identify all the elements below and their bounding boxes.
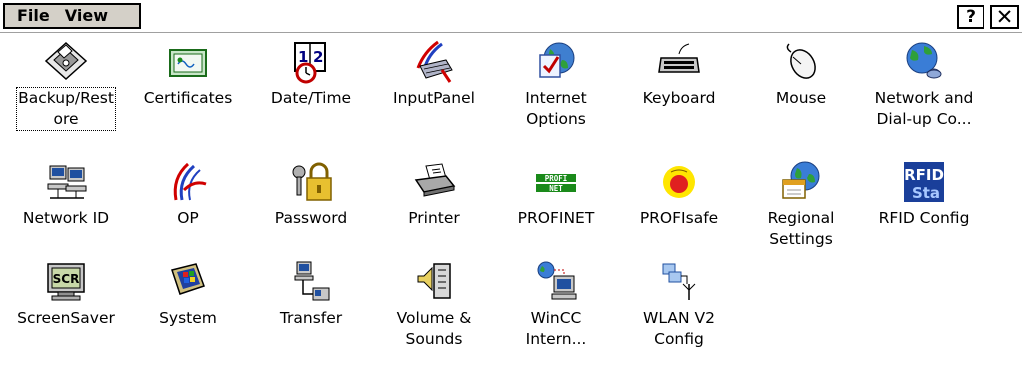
item-label-line2: Dial-up Co... xyxy=(876,110,972,128)
certificate-icon xyxy=(166,40,210,84)
item-system[interactable]: System xyxy=(127,260,249,329)
item-label-line2: ore xyxy=(53,110,79,128)
help-button[interactable]: ? xyxy=(957,5,984,29)
item-label-line2: Settings xyxy=(769,230,833,248)
globe-check-icon xyxy=(534,40,578,84)
item-label-line2: Sounds xyxy=(405,330,463,348)
rfid-bottom-text: Sta xyxy=(912,184,940,202)
close-button[interactable]: ✕ xyxy=(990,5,1019,29)
item-label: WLAN V2 xyxy=(643,309,715,327)
item-password[interactable]: Password xyxy=(250,160,372,229)
item-volume-sounds[interactable]: Volume & Sounds xyxy=(373,260,495,350)
item-label: ScreenSaver xyxy=(17,309,115,327)
wlan-icon xyxy=(657,260,701,304)
item-label-line2: Intern... xyxy=(525,330,587,348)
item-label: Network and xyxy=(874,89,974,107)
scr-text: SCR xyxy=(53,272,80,286)
item-network-dialup[interactable]: Network and Dial-up Co... xyxy=(863,40,985,130)
rfid-icon: RFID Sta xyxy=(902,160,946,204)
mouse-icon xyxy=(779,40,823,84)
item-label: PROFIsafe xyxy=(639,209,719,227)
input-panel-icon xyxy=(412,40,456,84)
system-computer-icon xyxy=(166,260,210,304)
item-mouse[interactable]: Mouse xyxy=(740,40,862,109)
item-profinet[interactable]: PROFI NET PROFINET xyxy=(495,160,617,229)
profisafe-icon xyxy=(657,160,701,204)
profinet-top-text: PROFI xyxy=(545,174,568,183)
item-input-panel[interactable]: InputPanel xyxy=(373,40,495,109)
item-screensaver[interactable]: SCR ScreenSaver xyxy=(5,260,127,329)
item-label: Date/Time xyxy=(270,89,352,107)
item-keyboard[interactable]: Keyboard xyxy=(618,40,740,109)
menu-file[interactable]: File xyxy=(5,5,59,27)
calendar-clock-icon: 1 2 xyxy=(289,40,333,84)
speaker-icon xyxy=(412,260,456,304)
keyboard-icon xyxy=(657,40,701,84)
item-label-line2: Options xyxy=(526,110,586,128)
item-label: WinCC xyxy=(530,309,582,327)
item-wincc-internet[interactable]: WinCC Intern... xyxy=(495,260,617,350)
item-label: RFID Config xyxy=(878,209,970,227)
item-wlan-config[interactable]: WLAN V2 Config xyxy=(618,260,740,350)
network-globe-icon xyxy=(902,40,946,84)
wincc-globe-icon xyxy=(534,260,578,304)
screensaver-icon: SCR xyxy=(44,260,88,304)
globe-calendar-icon xyxy=(779,160,823,204)
item-label-line2: Config xyxy=(654,330,704,348)
item-label: Regional xyxy=(767,209,835,227)
op-logo-icon xyxy=(166,160,210,204)
profinet-bottom-text: NET xyxy=(549,184,563,193)
item-label: Password xyxy=(274,209,348,227)
item-internet-options[interactable]: Internet Options xyxy=(495,40,617,130)
item-label: OP xyxy=(177,209,199,227)
item-backup-restore[interactable]: Backup/Rest ore xyxy=(5,40,127,131)
printer-icon xyxy=(412,160,456,204)
item-profisafe[interactable]: PROFIsafe xyxy=(618,160,740,229)
item-op[interactable]: OP xyxy=(127,160,249,229)
menu-bar: File View ? ✕ xyxy=(0,0,1022,33)
item-label: System xyxy=(159,309,217,327)
item-label: Internet xyxy=(525,89,587,107)
item-label: Mouse xyxy=(775,89,827,107)
item-network-id[interactable]: Network ID xyxy=(5,160,127,229)
item-certificates[interactable]: Certificates xyxy=(127,40,249,109)
item-printer[interactable]: Printer xyxy=(373,160,495,229)
control-panel-icons: Backup/Rest ore Certificates 1 2 Date/Ti… xyxy=(0,34,1022,385)
item-label: Certificates xyxy=(143,89,233,107)
item-transfer[interactable]: Transfer xyxy=(250,260,372,329)
item-label: Printer xyxy=(408,209,460,227)
item-label: Volume & xyxy=(396,309,472,327)
item-label: Backup/Rest xyxy=(18,89,114,107)
item-label: Transfer xyxy=(279,309,343,327)
profinet-icon: PROFI NET xyxy=(534,160,578,204)
menu-view[interactable]: View xyxy=(59,5,117,27)
item-label: Network ID xyxy=(22,209,110,227)
menu-group: File View xyxy=(3,3,141,29)
floppy-disk-icon xyxy=(44,40,88,84)
transfer-icon xyxy=(289,260,333,304)
keys-padlock-icon xyxy=(289,160,333,204)
item-date-time[interactable]: 1 2 Date/Time xyxy=(250,40,372,109)
item-regional-settings[interactable]: Regional Settings xyxy=(740,160,862,250)
item-label: PROFINET xyxy=(517,209,595,227)
rfid-top-text: RFID xyxy=(904,166,944,184)
date-digit-2: 2 xyxy=(313,48,323,66)
item-label: Keyboard xyxy=(642,89,716,107)
network-computers-icon xyxy=(44,160,88,204)
item-rfid-config[interactable]: RFID Sta RFID Config xyxy=(863,160,985,229)
item-label: InputPanel xyxy=(393,89,475,107)
